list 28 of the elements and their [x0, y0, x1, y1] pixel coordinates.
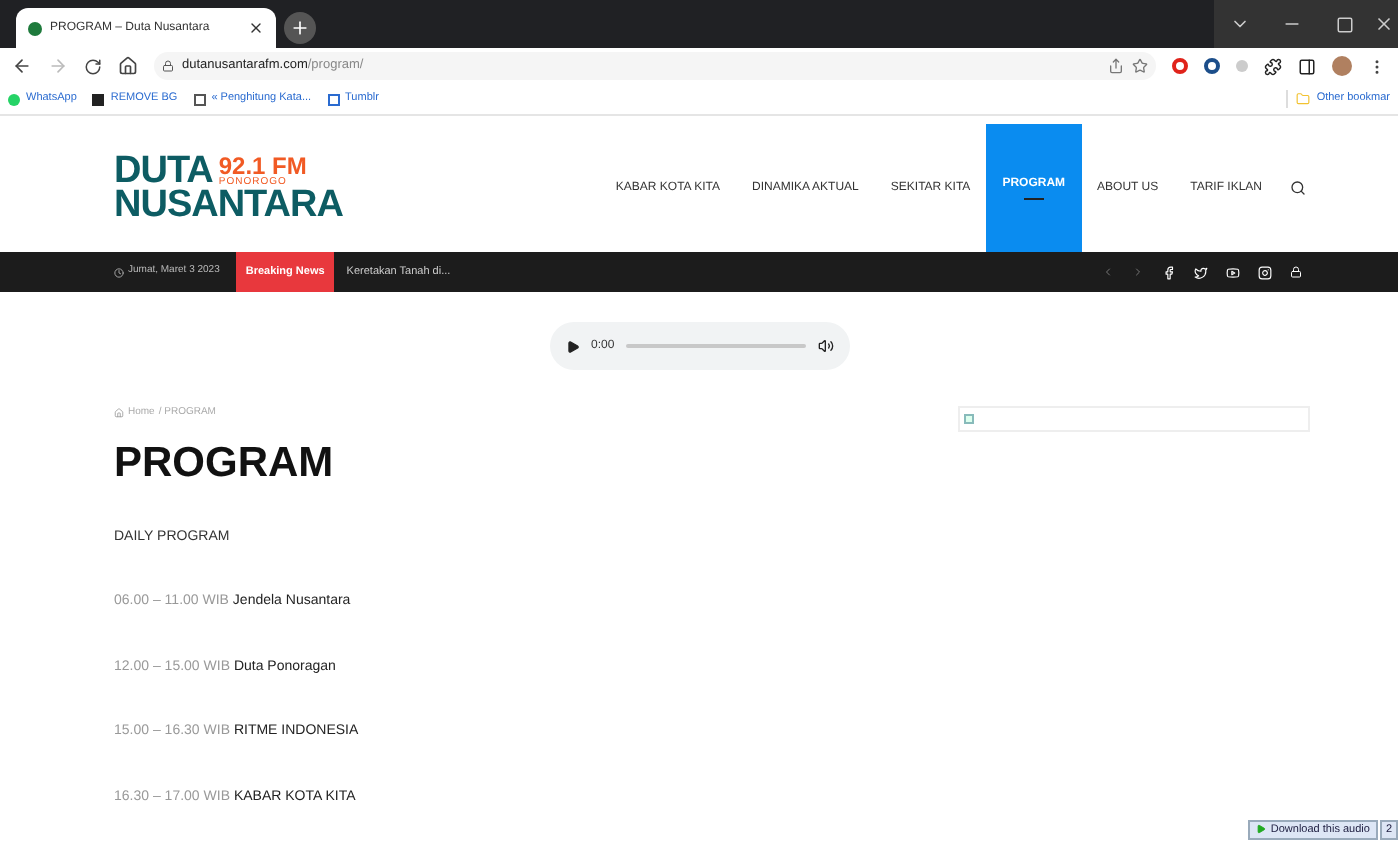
- twitter-icon[interactable]: [1194, 265, 1208, 279]
- page-title: PROGRAM: [114, 441, 336, 483]
- lock-icon[interactable]: [1290, 266, 1302, 278]
- extensions-icon[interactable]: [1264, 57, 1282, 75]
- home-icon[interactable]: [118, 56, 138, 76]
- volume-icon[interactable]: [817, 338, 833, 354]
- folder-icon: [1296, 92, 1311, 106]
- share-icon[interactable]: [1108, 58, 1124, 74]
- maximize-icon[interactable]: [1335, 15, 1353, 33]
- youtube-icon[interactable]: [1226, 265, 1240, 279]
- profile-avatar[interactable]: [1332, 56, 1352, 76]
- new-tab-button[interactable]: [284, 12, 316, 44]
- close-icon[interactable]: [248, 20, 264, 36]
- back-icon[interactable]: [12, 56, 32, 76]
- search-icon[interactable]: [1290, 180, 1306, 196]
- favicon-icon: [28, 21, 42, 35]
- image-icon: [964, 414, 974, 424]
- lock-icon[interactable]: [162, 60, 174, 72]
- instagram-icon[interactable]: [1258, 265, 1272, 279]
- close-icon[interactable]: [1374, 14, 1394, 34]
- plus-icon: [290, 18, 310, 38]
- bookmark-star-icon[interactable]: [1132, 58, 1148, 74]
- facebook-icon[interactable]: [1162, 265, 1176, 279]
- side-panel-icon[interactable]: [1298, 57, 1316, 75]
- play-icon[interactable]: [565, 339, 579, 353]
- play-icon: [1256, 824, 1267, 835]
- reload-icon[interactable]: [84, 57, 102, 75]
- clock-icon: [114, 267, 124, 277]
